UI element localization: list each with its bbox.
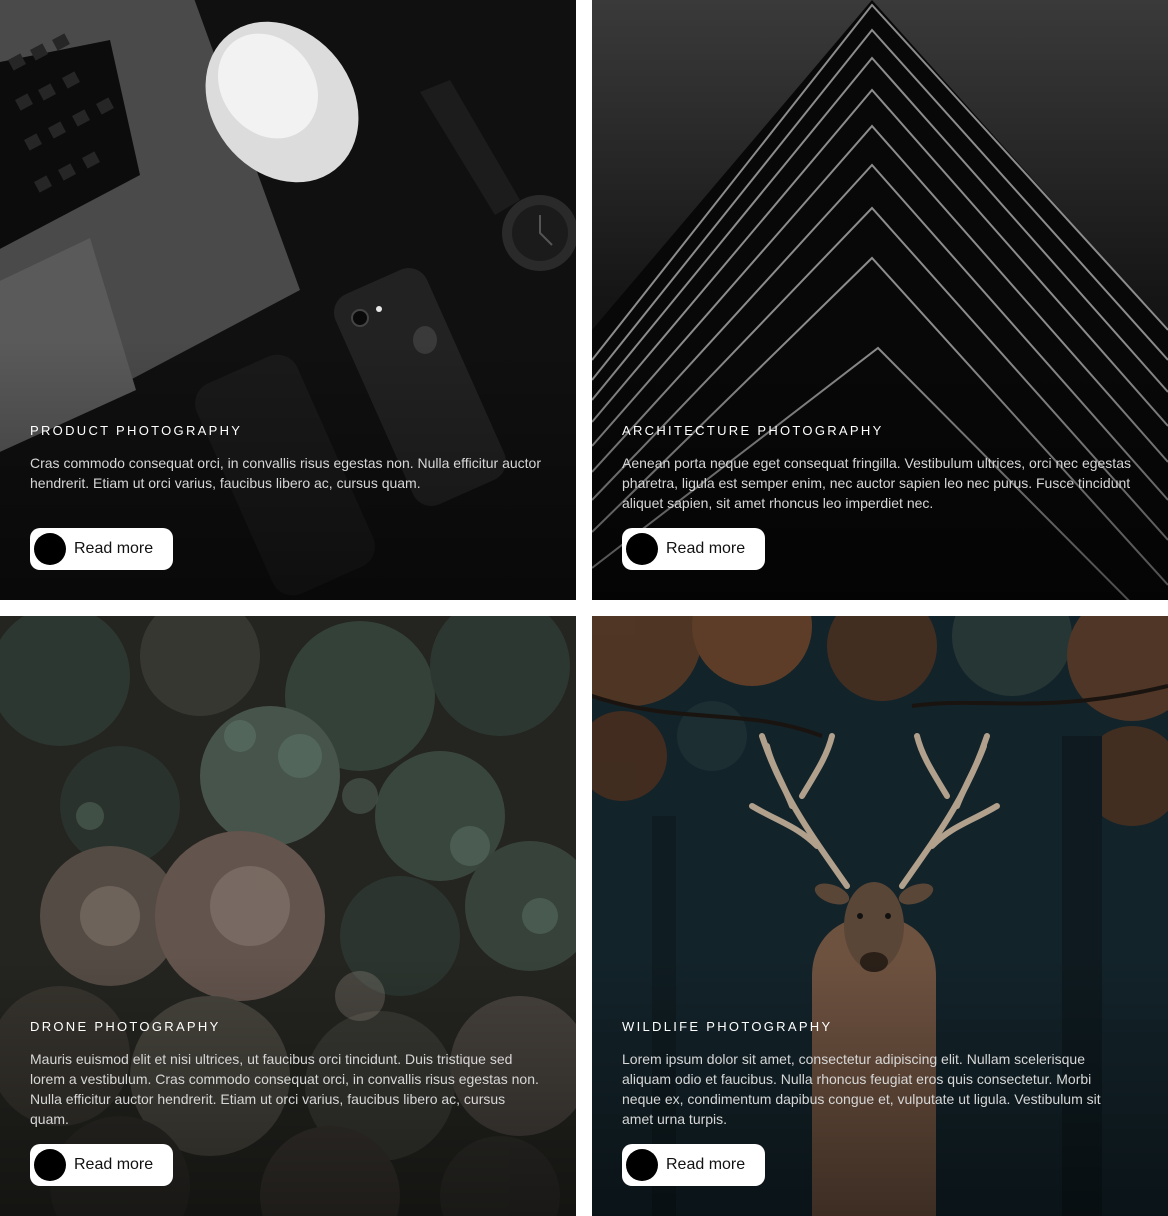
card-description: Lorem ipsum dolor sit amet, consectetur …	[622, 1051, 1101, 1127]
card-title: WILDLIFE PHOTOGRAPHY	[622, 1019, 833, 1034]
circle-icon	[626, 533, 658, 565]
card-drone-photography: DRONE PHOTOGRAPHY Mauris euismod elit et…	[0, 616, 576, 1216]
card-wildlife-photography: WILDLIFE PHOTOGRAPHY Lorem ipsum dolor s…	[592, 616, 1168, 1216]
card-content: DRONE PHOTOGRAPHY Mauris euismod elit et…	[30, 1019, 546, 1186]
card-architecture-photography: ARCHITECTURE PHOTOGRAPHY Aenean porta ne…	[592, 0, 1168, 600]
read-more-label: Read more	[74, 1156, 154, 1173]
read-more-label: Read more	[666, 1156, 746, 1173]
read-more-label: Read more	[74, 540, 154, 557]
read-more-button[interactable]: Read more	[622, 1144, 765, 1186]
card-product-photography: PRODUCT PHOTOGRAPHY Cras commodo consequ…	[0, 0, 576, 600]
card-title: ARCHITECTURE PHOTOGRAPHY	[622, 423, 884, 438]
card-content: WILDLIFE PHOTOGRAPHY Lorem ipsum dolor s…	[622, 1019, 1138, 1186]
card-title: PRODUCT PHOTOGRAPHY	[30, 423, 243, 438]
read-more-label: Read more	[666, 540, 746, 557]
circle-icon	[34, 1149, 66, 1181]
card-content: ARCHITECTURE PHOTOGRAPHY Aenean porta ne…	[622, 423, 1138, 570]
photography-grid: PRODUCT PHOTOGRAPHY Cras commodo consequ…	[0, 0, 1168, 1216]
card-content: PRODUCT PHOTOGRAPHY Cras commodo consequ…	[30, 423, 546, 570]
circle-icon	[626, 1149, 658, 1181]
card-title: DRONE PHOTOGRAPHY	[30, 1019, 221, 1034]
read-more-button[interactable]: Read more	[30, 528, 173, 570]
card-description: Aenean porta neque eget consequat fringi…	[622, 455, 1131, 511]
circle-icon	[34, 533, 66, 565]
card-description: Cras commodo consequat orci, in convalli…	[30, 455, 541, 491]
card-description: Mauris euismod elit et nisi ultrices, ut…	[30, 1051, 539, 1127]
read-more-button[interactable]: Read more	[30, 1144, 173, 1186]
read-more-button[interactable]: Read more	[622, 528, 765, 570]
